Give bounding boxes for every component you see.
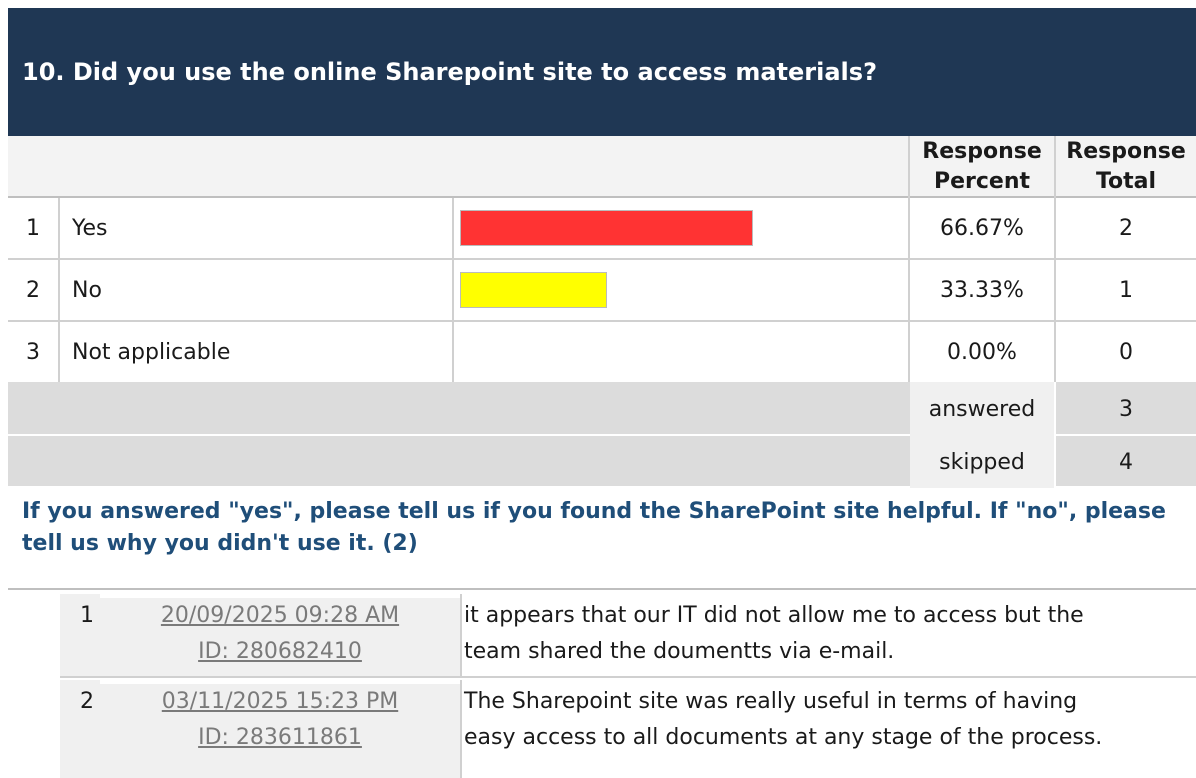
header-response-total: Response Total [1056, 136, 1196, 198]
row-total: 2 [1119, 215, 1133, 241]
header-response-percent: Response Percent [910, 136, 1054, 198]
response-text-line: it appears that our IT did not allow me … [464, 603, 1084, 628]
response-meta[interactable]: 20/09/2025 09:28 AM ID: 280682410 [100, 598, 460, 676]
divider [58, 198, 60, 384]
response-text: The Sharepoint site was really useful in… [462, 684, 1194, 756]
response-id-link[interactable]: ID: 280682410 [100, 634, 460, 670]
header-total-line2: Total [1095, 169, 1157, 194]
response-number: 1 [60, 594, 100, 676]
table-row: 2 No 33.33% 1 [8, 260, 1196, 322]
row-percent: 33.33% [940, 277, 1024, 303]
row-label: Not applicable [72, 339, 231, 365]
answered-value: 3 [1119, 396, 1133, 422]
skipped-value: 4 [1119, 449, 1133, 475]
response-bar [460, 272, 607, 308]
response-item: 2 03/11/2025 15:23 PM ID: 283611861 The … [60, 680, 1196, 778]
question-title: 10. Did you use the online Sharepoint si… [8, 8, 1196, 136]
row-number: 2 [26, 277, 40, 303]
header-total-line1: Response [1066, 139, 1186, 164]
response-date-link[interactable]: 20/09/2025 09:28 AM [100, 598, 460, 634]
summary-row-skipped: skipped 4 [8, 436, 1196, 488]
response-bar [460, 210, 753, 246]
divider [452, 198, 454, 384]
open-question: If you answered "yes", please tell us if… [8, 488, 1196, 590]
row-percent: 0.00% [947, 339, 1017, 365]
table-row: 1 Yes 66.67% 2 [8, 198, 1196, 260]
divider [60, 676, 1196, 678]
divider [908, 198, 910, 384]
row-total: 0 [1119, 339, 1133, 365]
header-percent-line1: Response [922, 139, 1042, 164]
table-row: 3 Not applicable 0.00% 0 [8, 322, 1196, 384]
response-id-link[interactable]: ID: 283611861 [100, 720, 460, 756]
row-number: 3 [26, 339, 40, 365]
row-label: Yes [72, 215, 108, 241]
response-date-link[interactable]: 03/11/2025 15:23 PM [100, 684, 460, 720]
response-text-line: team shared the doumentts via e-mail. [464, 639, 895, 664]
open-question-text: If you answered "yes", please tell us if… [22, 499, 1166, 556]
response-number: 2 [60, 680, 100, 778]
skipped-label: skipped [910, 436, 1054, 488]
row-label: No [72, 277, 102, 303]
response-text: it appears that our IT did not allow me … [462, 598, 1194, 670]
summary-row-answered: answered 3 [8, 382, 1196, 436]
row-number: 1 [26, 215, 40, 241]
header-percent-line2: Percent [933, 169, 1031, 194]
response-text-line: The Sharepoint site was really useful in… [464, 689, 1078, 714]
response-meta[interactable]: 03/11/2025 15:23 PM ID: 283611861 [100, 684, 460, 778]
answered-label: answered [910, 382, 1054, 436]
divider [1054, 198, 1056, 384]
row-percent: 66.67% [940, 215, 1024, 241]
divider [1054, 382, 1056, 488]
row-total: 1 [1119, 277, 1133, 303]
survey-result-panel: 10. Did you use the online Sharepoint si… [0, 0, 1196, 778]
response-text-line: easy access to all documents at any stag… [464, 725, 1103, 750]
response-item: 1 20/09/2025 09:28 AM ID: 280682410 it a… [60, 594, 1196, 678]
question-title-text: 10. Did you use the online Sharepoint si… [22, 58, 877, 86]
